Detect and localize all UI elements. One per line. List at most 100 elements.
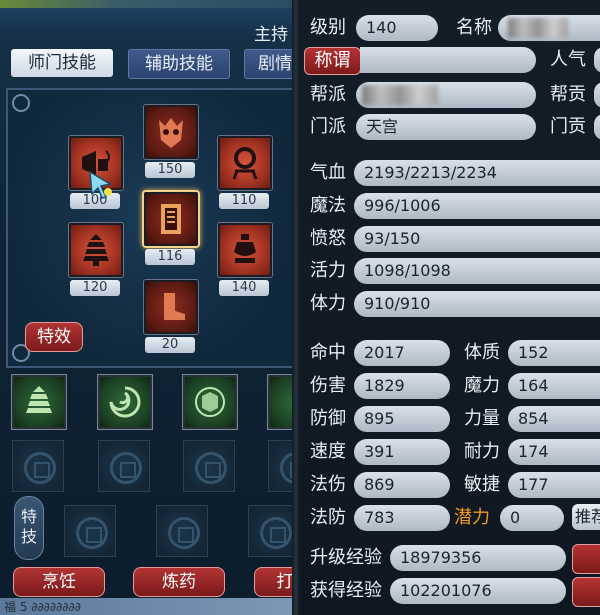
skill-level: 150: [145, 162, 195, 178]
skill-pagoda[interactable]: [69, 223, 123, 277]
swirl-icon: [100, 377, 150, 427]
sect-contribution-field: [594, 114, 600, 140]
sub-skill-emblem[interactable]: [183, 375, 237, 429]
special-skill-slot[interactable]: [156, 505, 208, 557]
skill-level: 116: [145, 249, 195, 265]
boot-icon: [146, 282, 196, 332]
stamina-field: 910/910: [354, 291, 600, 317]
knot-icon: [24, 452, 56, 484]
tab-assist-skills[interactable]: 辅助技能: [128, 49, 230, 79]
exp-action-button[interactable]: [572, 577, 600, 607]
mouse-cursor-icon: [88, 170, 114, 200]
potential-field: 0: [500, 505, 564, 531]
endurance-label: 耐力: [464, 441, 500, 462]
strength-field: 854: [508, 406, 600, 432]
constitution-label: 体质: [464, 342, 500, 363]
defense-label: 防御: [310, 408, 346, 429]
level-field: 140: [356, 15, 438, 41]
third-life-skill-button[interactable]: 打: [254, 567, 292, 597]
sub-skill-swirl[interactable]: [98, 375, 152, 429]
gained-exp-label: 获得经验: [310, 580, 382, 601]
beast-emblem-icon: [185, 377, 235, 427]
speed-field: 391: [354, 439, 450, 465]
hp-field: 2193/2213/2234: [354, 160, 600, 186]
knot-icon: [195, 452, 227, 484]
attribute-panel: 级别 140 名称 称谓 人气 帮派 帮贡 门派 天宫 门贡 气血 2193/2…: [300, 0, 600, 615]
hit-field: 2017: [354, 340, 450, 366]
ring-stand-icon: [220, 138, 270, 188]
alchemy-button[interactable]: 炼药: [133, 567, 225, 597]
skill-urn[interactable]: [218, 223, 272, 277]
special-skill-label: 特技: [14, 496, 44, 560]
panel-divider: [292, 0, 300, 615]
gang-contribution-label: 帮贡: [550, 84, 586, 105]
urn-icon: [220, 225, 270, 275]
agility-field: 177: [508, 472, 600, 498]
magic-power-label: 魔力: [464, 375, 500, 396]
skill-level: 120: [70, 280, 120, 296]
magic-power-field: 164: [508, 373, 600, 399]
top-strip: [0, 0, 292, 8]
constitution-field: 152: [508, 340, 600, 366]
skill-level: 110: [219, 193, 269, 209]
hp-label: 气血: [310, 162, 346, 183]
strength-label: 力量: [464, 408, 500, 429]
window-title: 主持: [254, 25, 288, 45]
spell-defense-field: 783: [354, 505, 450, 531]
skill-boot[interactable]: [144, 280, 198, 334]
mp-label: 魔法: [310, 195, 346, 216]
anger-field: 93/150: [354, 226, 600, 252]
sub-skill-partial[interactable]: [268, 375, 292, 429]
scroll-tablet-icon: [146, 194, 196, 244]
upgrade-button[interactable]: [572, 544, 600, 574]
agility-label: 敏捷: [464, 474, 500, 495]
popularity-field: [594, 47, 600, 73]
skill-panel: 主持 师门技能 辅助技能 剧情 100 150 110 120 116 140 …: [0, 0, 292, 615]
name-label: 名称: [456, 17, 492, 38]
knot-icon: [110, 452, 142, 484]
empty-skill-slot[interactable]: [12, 440, 64, 492]
vitality-label: 活力: [310, 260, 346, 281]
empty-skill-slot[interactable]: [183, 440, 235, 492]
skill-demon-mask[interactable]: [144, 105, 198, 159]
spell-damage-label: 法伤: [310, 474, 346, 495]
defense-field: 895: [354, 406, 450, 432]
speed-label: 速度: [310, 441, 346, 462]
damage-label: 伤害: [310, 375, 346, 396]
pagoda-icon: [71, 225, 121, 275]
demon-mask-icon: [146, 107, 196, 157]
knot-icon: [168, 517, 200, 549]
mp-field: 996/1006: [354, 193, 600, 219]
sub-skill-pagoda[interactable]: [12, 375, 66, 429]
special-skill-slot[interactable]: [248, 505, 292, 557]
corner-ornament-icon: [12, 94, 30, 112]
knot-icon: [76, 517, 108, 549]
empty-skill-slot[interactable]: [268, 440, 292, 492]
spell-defense-label: 法防: [310, 507, 346, 528]
bottom-strip-text: 福 5 ∂∂∂∂∂∂∂∂: [4, 600, 81, 614]
anger-label: 愤怒: [310, 228, 346, 249]
cooking-button[interactable]: 烹饪: [13, 567, 105, 597]
skill-level: 140: [219, 280, 269, 296]
damage-field: 1829: [354, 373, 450, 399]
special-skill-text: 特技: [20, 507, 37, 546]
upgrade-exp-field: 18979356: [390, 545, 566, 571]
spell-damage-field: 869: [354, 472, 450, 498]
skill-level: 20: [145, 337, 195, 353]
title-button[interactable]: 称谓: [304, 47, 361, 75]
gang-label: 帮派: [310, 84, 346, 105]
title-field: [360, 47, 536, 73]
sect-contribution-label: 门贡: [550, 116, 586, 137]
special-skill-slot[interactable]: [64, 505, 116, 557]
tab-story-skills[interactable]: 剧情: [244, 49, 292, 79]
empty-skill-slot[interactable]: [98, 440, 150, 492]
bottom-strip: 福 5 ∂∂∂∂∂∂∂∂: [0, 598, 292, 615]
skill-ring-stand[interactable]: [218, 136, 272, 190]
potential-label: 潜力: [454, 507, 490, 528]
name-redacted: [508, 18, 568, 38]
tab-sect-skills[interactable]: 师门技能: [11, 49, 113, 77]
skill-scroll-tablet[interactable]: [144, 192, 198, 246]
effects-button[interactable]: 特效: [25, 322, 83, 352]
recommend-button[interactable]: 推荐: [572, 504, 600, 530]
level-label: 级别: [310, 17, 346, 38]
